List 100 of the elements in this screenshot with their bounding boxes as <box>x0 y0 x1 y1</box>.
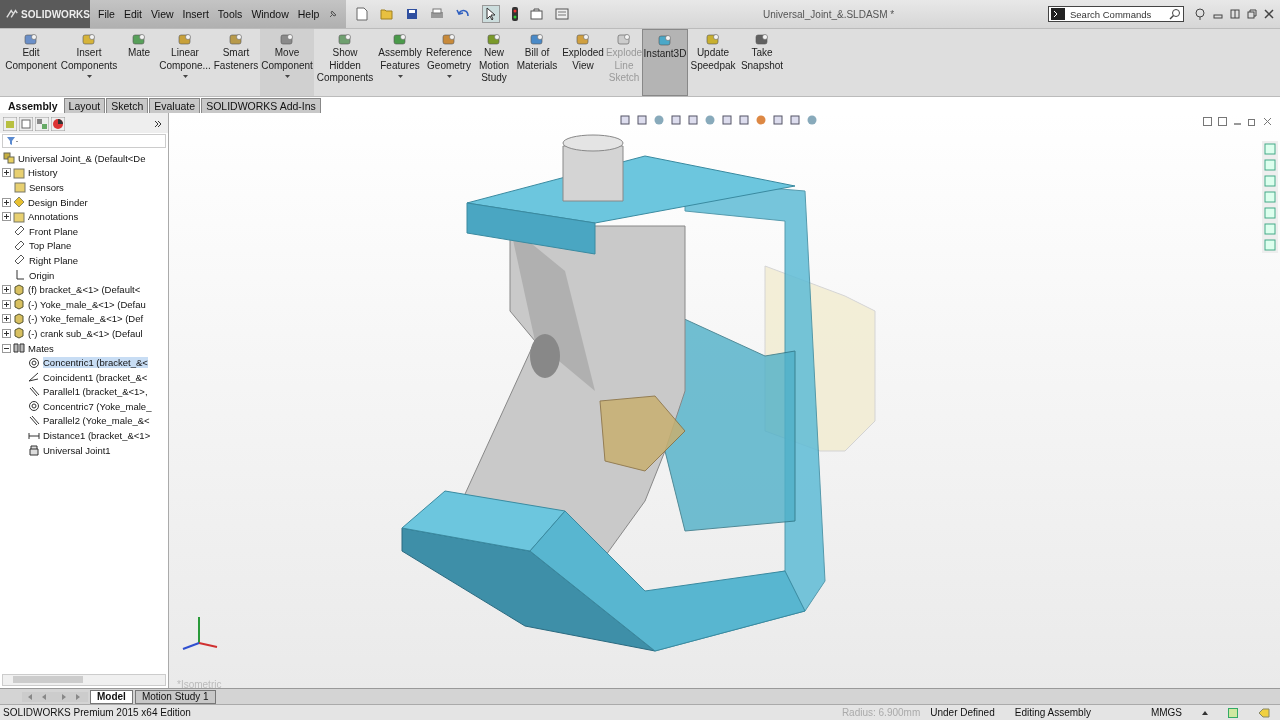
tree-item[interactable]: Sensors <box>0 180 168 195</box>
expand-toggle[interactable] <box>2 328 11 338</box>
tile-icon[interactable] <box>1203 117 1212 126</box>
assembly-icon <box>3 152 15 165</box>
save-icon[interactable] <box>406 8 419 20</box>
view-tool-icon[interactable] <box>721 114 733 126</box>
ribbon-button[interactable]: Reference Geometry <box>424 29 474 96</box>
view-tool-icon[interactable] <box>806 114 818 126</box>
tree-item[interactable]: Parallel2 (Yoke_male_&< <box>0 413 168 429</box>
ribbon-button[interactable]: Show Hidden Components <box>314 29 376 96</box>
tree-item[interactable]: Concentric7 (Yoke_male_ <box>0 399 168 414</box>
tree-item[interactable]: Mates <box>0 340 168 356</box>
ribbon-button[interactable]: Edit Component <box>4 29 58 96</box>
filter-icon[interactable] <box>6 136 18 146</box>
tree-item[interactable]: Right Plane <box>0 253 168 268</box>
command-tab[interactable]: Layout <box>63 98 106 113</box>
ribbon-button[interactable]: Exploded View <box>560 29 606 96</box>
tree-item[interactable]: (f) bracket_&<1> (Default< <box>0 282 168 297</box>
ribbon-button[interactable]: Move Component <box>260 29 314 96</box>
restore-icon[interactable] <box>1247 9 1257 19</box>
tree-item[interactable]: Universal Joint_& (Default<De <box>0 151 168 166</box>
tag-icon[interactable] <box>1258 707 1270 718</box>
command-tab[interactable]: Sketch <box>106 98 149 113</box>
view-tool-icon[interactable] <box>653 114 665 126</box>
view-tool-icon[interactable] <box>636 114 648 126</box>
tree-item[interactable]: Top Plane <box>0 238 168 254</box>
ribbon-button[interactable]: Insert Components <box>58 29 120 96</box>
ribbon-button[interactable]: Bill of Materials <box>514 29 560 96</box>
options-icon[interactable] <box>530 8 544 20</box>
view-tool-icon[interactable] <box>789 114 801 126</box>
expand-panel-icon[interactable] <box>154 120 162 128</box>
ribbon-button[interactable]: Update Speedpak <box>688 29 738 96</box>
view-tool-icon[interactable] <box>670 114 682 126</box>
new-document-icon[interactable] <box>356 7 369 21</box>
tree-item[interactable]: Front Plane <box>0 223 168 239</box>
help-icon[interactable] <box>1194 8 1206 20</box>
rebuild-icon[interactable] <box>1228 707 1238 718</box>
tree-item[interactable]: Coincident1 (bracket_&< <box>0 369 168 385</box>
menu-item[interactable]: Edit <box>123 8 142 20</box>
appearance-tab-icon[interactable] <box>51 117 65 131</box>
tree-item[interactable]: (-) Yoke_female_&<1> (Def <box>0 311 168 327</box>
ribbon-button[interactable]: New Motion Study <box>474 29 514 96</box>
expand-toggle[interactable] <box>2 299 11 309</box>
tile-icon[interactable] <box>1218 117 1227 126</box>
model-tab[interactable]: Model <box>90 689 133 704</box>
close-icon[interactable] <box>1264 9 1274 19</box>
view-tool-icon[interactable] <box>704 114 716 126</box>
pin-icon[interactable] <box>328 9 339 19</box>
screen-icon[interactable] <box>555 8 570 20</box>
menu-item[interactable]: Insert <box>182 8 209 20</box>
ribbon-button[interactable]: Mate <box>120 29 158 96</box>
menu-item[interactable]: Tools <box>217 8 243 20</box>
ribbon-button[interactable]: Smart Fasteners <box>212 29 260 96</box>
view-tool-icon[interactable] <box>687 114 699 126</box>
tree-item[interactable]: Design Binder <box>0 194 168 210</box>
select-button[interactable] <box>482 5 501 23</box>
tree-item[interactable]: Annotations <box>0 209 168 224</box>
view-tool-icon[interactable] <box>755 114 767 126</box>
part-icon <box>13 283 25 296</box>
tree-item[interactable]: Parallel1 (bracket_&<1>, <box>0 384 168 400</box>
menu-item[interactable]: View <box>151 8 174 20</box>
tree-item[interactable]: Concentric1 (bracket_&< <box>0 355 168 370</box>
model-tab[interactable]: Motion Study 1 <box>134 689 216 704</box>
ribbon-button[interactable]: Take Snapshot <box>738 29 786 96</box>
restore-icon[interactable] <box>1248 117 1257 126</box>
tree-item[interactable]: (-) crank sub_&<1> (Defaul <box>0 326 168 341</box>
tree-item[interactable]: Origin <box>0 267 168 283</box>
tab-scroll-arrows-icon[interactable] <box>22 691 88 702</box>
traffic-light-icon[interactable] <box>512 7 519 21</box>
expand-toggle[interactable] <box>2 285 11 295</box>
caret-icon[interactable] <box>1202 710 1208 715</box>
menu-item[interactable]: Help <box>297 8 320 20</box>
expand-toggle[interactable] <box>2 197 11 207</box>
horizontal-scrollbar[interactable] <box>2 674 166 686</box>
tile-icon[interactable] <box>1230 9 1240 19</box>
expand-toggle[interactable] <box>2 212 11 222</box>
expand-toggle[interactable] <box>2 343 11 353</box>
command-tab[interactable]: SOLIDWORKS Add-Ins <box>201 98 321 113</box>
search-field[interactable]: Search Commands <box>1048 6 1184 22</box>
menu-item[interactable]: Window <box>251 8 289 20</box>
app-logo[interactable]: SOLIDWORKS <box>0 0 90 28</box>
close-icon[interactable] <box>1263 117 1272 126</box>
tree-item[interactable]: Universal Joint1 <box>0 442 168 458</box>
tree-item[interactable]: (-) Yoke_male_&<1> (Defau <box>0 296 168 312</box>
units-button[interactable]: MMGS <box>1150 707 1182 718</box>
ribbon-button[interactable]: Assembly Features <box>376 29 424 96</box>
command-tab[interactable]: Evaluate <box>149 98 201 113</box>
view-tool-icon[interactable] <box>619 114 631 126</box>
expand-toggle[interactable] <box>2 168 11 178</box>
tree-item[interactable]: Distance1 (bracket_&<1> <box>0 428 168 443</box>
menu-item[interactable]: File <box>98 8 115 20</box>
view-tool-icon[interactable] <box>738 114 750 126</box>
print-icon[interactable] <box>430 8 445 20</box>
tree-item[interactable]: History <box>0 165 168 181</box>
view-tool-icon[interactable] <box>772 114 784 126</box>
open-folder-icon[interactable] <box>380 8 395 20</box>
ribbon-button[interactable]: Instant3D <box>642 29 688 96</box>
expand-toggle[interactable] <box>2 314 11 324</box>
ribbon-button[interactable]: Linear Compone... <box>158 29 212 96</box>
property-tab-icon[interactable] <box>19 117 33 131</box>
